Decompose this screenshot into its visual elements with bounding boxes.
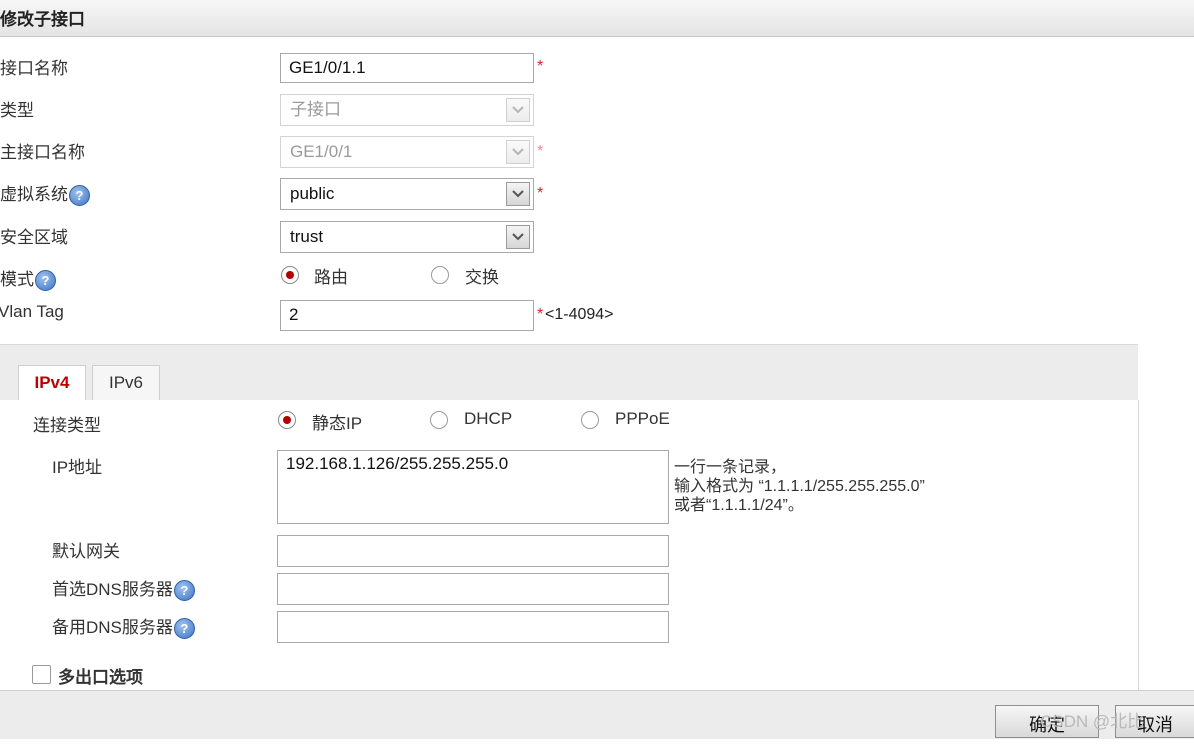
primary-dns-input[interactable]	[277, 573, 669, 605]
mode-label: 模式?	[0, 265, 56, 292]
default-gateway-label: 默认网关	[52, 542, 120, 561]
ip-address-hint: 一行一条记录， 输入格式为 “1.1.1.1/255.255.255.0” 或者…	[674, 458, 925, 515]
chevron-down-icon[interactable]	[506, 182, 530, 206]
mode-switch-label[interactable]: 交换	[465, 263, 499, 288]
help-icon[interactable]: ?	[173, 618, 195, 640]
required-marker: *	[537, 58, 544, 75]
required-marker: *	[537, 185, 544, 202]
multi-egress-label[interactable]: 多出口选项	[58, 663, 143, 688]
chevron-down-icon	[506, 140, 530, 164]
security-zone-value: trust	[290, 227, 324, 246]
pppoe-radio[interactable]	[581, 411, 599, 429]
security-zone-select[interactable]: trust	[280, 221, 534, 253]
dialog-title: 修改子接口	[0, 10, 85, 29]
help-icon[interactable]: ?	[35, 270, 56, 292]
security-zone-label: 安全区域	[0, 228, 68, 247]
secondary-dns-label: 备用DNS服务器?	[52, 613, 195, 640]
default-gateway-input[interactable]	[277, 535, 669, 567]
ip-address-label: IP地址	[52, 458, 103, 477]
chevron-down-icon[interactable]	[506, 225, 530, 249]
virtual-system-value: public	[290, 184, 335, 203]
tab-strip	[0, 344, 1138, 401]
parent-interface-select: GE1/0/1	[280, 136, 534, 168]
interface-name-label: 接口名称	[0, 59, 68, 78]
vlan-tag-range: <1-4094>	[545, 306, 614, 323]
required-marker: *	[537, 143, 544, 160]
primary-dns-label: 首选DNS服务器?	[52, 575, 195, 602]
static-ip-label[interactable]: 静态IP	[312, 409, 362, 434]
parent-interface-value: GE1/0/1	[290, 142, 353, 161]
vlan-tag-input[interactable]: 2	[280, 300, 534, 331]
primary-dns-label-text: 首选DNS服务器	[52, 580, 173, 599]
type-select: 子接口	[280, 94, 534, 126]
hint-line: 或者“1.1.1.1/24”。	[674, 497, 804, 514]
help-icon[interactable]: ?	[69, 185, 90, 207]
ip-address-textarea[interactable]: 192.168.1.126/255.255.255.0	[277, 450, 669, 524]
csdn-watermark: CSDN @北比	[1040, 712, 1145, 731]
parent-interface-label: 主接口名称	[0, 143, 85, 162]
hint-line: 输入格式为 “1.1.1.1/255.255.255.0”	[674, 478, 925, 495]
help-icon[interactable]: ?	[173, 580, 195, 602]
static-ip-radio[interactable]	[278, 411, 296, 429]
interface-name-input[interactable]: GE1/0/1.1	[280, 53, 534, 83]
tab-ipv4[interactable]: IPv4	[18, 365, 86, 401]
vlan-tag-label: Vlan Tag	[0, 302, 64, 321]
mode-route-radio[interactable]	[281, 266, 299, 284]
mode-route-label[interactable]: 路由	[314, 263, 348, 288]
hint-line: 一行一条记录，	[674, 459, 787, 476]
tab-ipv6[interactable]: IPv6	[92, 365, 160, 401]
dhcp-radio[interactable]	[430, 411, 448, 429]
mode-label-text: 模式	[0, 270, 34, 289]
type-label: 类型	[0, 101, 34, 120]
required-marker: *	[537, 306, 544, 323]
type-value: 子接口	[290, 100, 341, 119]
virtual-system-label: 虚拟系统?	[0, 180, 90, 207]
secondary-dns-input[interactable]	[277, 611, 669, 643]
mode-switch-radio[interactable]	[431, 266, 449, 284]
multi-egress-checkbox[interactable]	[32, 665, 51, 684]
virtual-system-select[interactable]: public	[280, 178, 534, 210]
connection-type-label: 连接类型	[33, 416, 101, 435]
pppoe-label[interactable]: PPPoE	[615, 409, 670, 429]
dhcp-label[interactable]: DHCP	[464, 409, 512, 429]
secondary-dns-label-text: 备用DNS服务器	[52, 618, 173, 637]
dialog-titlebar: 修改子接口	[0, 0, 1194, 37]
virtual-system-label-text: 虚拟系统	[0, 185, 68, 204]
chevron-down-icon	[506, 98, 530, 122]
